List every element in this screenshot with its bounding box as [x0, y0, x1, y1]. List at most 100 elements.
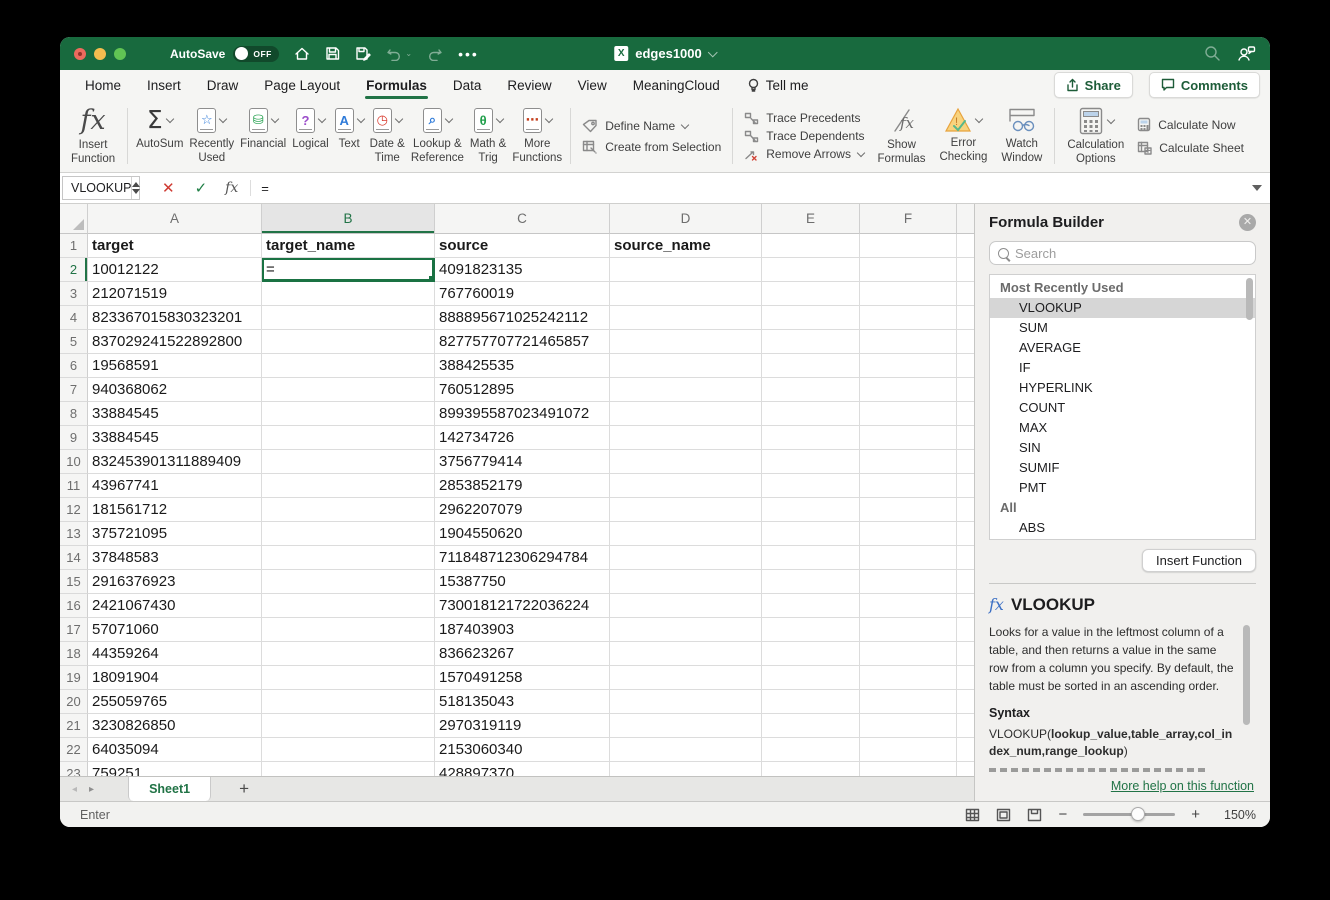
more-commands-icon[interactable]: ••• [458, 46, 479, 62]
row-header-2[interactable]: 2 [60, 258, 88, 282]
ribbon-autosum-button[interactable]: ΣAutoSum [133, 100, 186, 155]
confirm-entry-button[interactable]: ✓ [195, 179, 208, 197]
cell-b7[interactable] [262, 378, 435, 402]
cell-a7[interactable]: 940368062 [88, 378, 262, 402]
cell-d13[interactable] [610, 522, 762, 546]
define-name-button[interactable]: Define Name [582, 119, 721, 133]
row-header-7[interactable]: 7 [60, 378, 88, 402]
column-header-e[interactable]: E [762, 204, 860, 234]
cell-e18[interactable] [762, 642, 860, 666]
cell-a12[interactable]: 181561712 [88, 498, 262, 522]
row-header-13[interactable]: 13 [60, 522, 88, 546]
cell-e11[interactable] [762, 474, 860, 498]
function-item-count[interactable]: COUNT [990, 398, 1255, 418]
zoom-slider[interactable] [1083, 813, 1175, 816]
title-chevron-icon[interactable] [707, 47, 717, 57]
cell-c21[interactable]: 2970319119 [435, 714, 610, 738]
add-sheet-button[interactable]: + [239, 781, 249, 797]
ribbon-math-trig-button[interactable]: θMath & Trig [467, 100, 509, 168]
row-header-19[interactable]: 19 [60, 666, 88, 690]
sheet-tab-sheet1[interactable]: Sheet1 [128, 777, 211, 801]
function-item-pmt[interactable]: PMT [990, 478, 1255, 498]
cell-d20[interactable] [610, 690, 762, 714]
name-box[interactable]: VLOOKUP [62, 176, 140, 200]
cell-c15[interactable]: 15387750 [435, 570, 610, 594]
row-header-5[interactable]: 5 [60, 330, 88, 354]
row-header-4[interactable]: 4 [60, 306, 88, 330]
cell-e2[interactable] [762, 258, 860, 282]
row-header-18[interactable]: 18 [60, 642, 88, 666]
column-header-d[interactable]: D [610, 204, 762, 234]
more-help-link[interactable]: More help on this function [1111, 779, 1254, 793]
cell-d7[interactable] [610, 378, 762, 402]
tab-view[interactable]: View [565, 70, 620, 100]
select-all-corner[interactable] [60, 204, 88, 234]
cell-f14[interactable] [860, 546, 957, 570]
cell-a5[interactable]: 837029241522892800 [88, 330, 262, 354]
row-header-20[interactable]: 20 [60, 690, 88, 714]
cell-f2[interactable] [860, 258, 957, 282]
comments-button[interactable]: Comments [1149, 72, 1260, 98]
row-header-14[interactable]: 14 [60, 546, 88, 570]
calculate-now-button[interactable]: Calculate Now [1137, 117, 1244, 132]
cell-b9[interactable] [262, 426, 435, 450]
cell-d18[interactable] [610, 642, 762, 666]
cell-f20[interactable] [860, 690, 957, 714]
description-scrollbar[interactable] [1243, 625, 1250, 725]
zoom-slider-thumb[interactable] [1131, 807, 1145, 821]
cell-c14[interactable]: 711848712306294784 [435, 546, 610, 570]
column-header-a[interactable]: A [88, 204, 262, 234]
cell-a10[interactable]: 832453901311889409 [88, 450, 262, 474]
cell-b1[interactable]: target_name [262, 234, 435, 258]
cell-f22[interactable] [860, 738, 957, 762]
cell-b12[interactable] [262, 498, 435, 522]
document-title[interactable]: edges1000 [635, 46, 702, 61]
function-item-max[interactable]: MAX [990, 418, 1255, 438]
cell-e7[interactable] [762, 378, 860, 402]
cell-e21[interactable] [762, 714, 860, 738]
cell-e13[interactable] [762, 522, 860, 546]
cell-e16[interactable] [762, 594, 860, 618]
cell-d16[interactable] [610, 594, 762, 618]
close-window-button[interactable] [74, 48, 86, 60]
cell-d11[interactable] [610, 474, 762, 498]
row-header-11[interactable]: 11 [60, 474, 88, 498]
cell-e22[interactable] [762, 738, 860, 762]
cell-d3[interactable] [610, 282, 762, 306]
row-header-23[interactable]: 23 [60, 762, 88, 776]
cell-b4[interactable] [262, 306, 435, 330]
cell-b20[interactable] [262, 690, 435, 714]
cell-a6[interactable]: 19568591 [88, 354, 262, 378]
cell-a19[interactable]: 18091904 [88, 666, 262, 690]
tab-data[interactable]: Data [440, 70, 495, 100]
cell-a14[interactable]: 37848583 [88, 546, 262, 570]
function-item-abs[interactable]: ABS [990, 518, 1255, 538]
cell-c7[interactable]: 760512895 [435, 378, 610, 402]
cell-f15[interactable] [860, 570, 957, 594]
error-checking-button[interactable]: ! Error Checking [932, 100, 994, 167]
cell-a4[interactable]: 823367015830323201 [88, 306, 262, 330]
row-header-22[interactable]: 22 [60, 738, 88, 762]
watch-window-button[interactable]: Watch Window [994, 100, 1049, 168]
cell-a18[interactable]: 44359264 [88, 642, 262, 666]
function-item-sum[interactable]: SUM [990, 318, 1255, 338]
cell-e1[interactable] [762, 234, 860, 258]
column-header-b[interactable]: B [262, 204, 435, 234]
cell-c12[interactable]: 2962207079 [435, 498, 610, 522]
function-item-sin[interactable]: SIN [990, 438, 1255, 458]
cell-d6[interactable] [610, 354, 762, 378]
column-header-f[interactable]: F [860, 204, 957, 234]
ribbon-text-button[interactable]: AText [332, 100, 367, 155]
cell-c22[interactable]: 2153060340 [435, 738, 610, 762]
ribbon-lookup-reference-button[interactable]: ⌕Lookup & Reference [408, 100, 467, 168]
tab-home[interactable]: Home [72, 70, 134, 100]
cell-f12[interactable] [860, 498, 957, 522]
cell-b19[interactable] [262, 666, 435, 690]
cell-f1[interactable] [860, 234, 957, 258]
cell-d17[interactable] [610, 618, 762, 642]
undo-chevron-icon[interactable]: ⌄ [405, 49, 412, 58]
cell-a15[interactable]: 2916376923 [88, 570, 262, 594]
row-header-3[interactable]: 3 [60, 282, 88, 306]
cell-d15[interactable] [610, 570, 762, 594]
trace-dependents-button[interactable]: Trace Dependents [744, 129, 864, 143]
